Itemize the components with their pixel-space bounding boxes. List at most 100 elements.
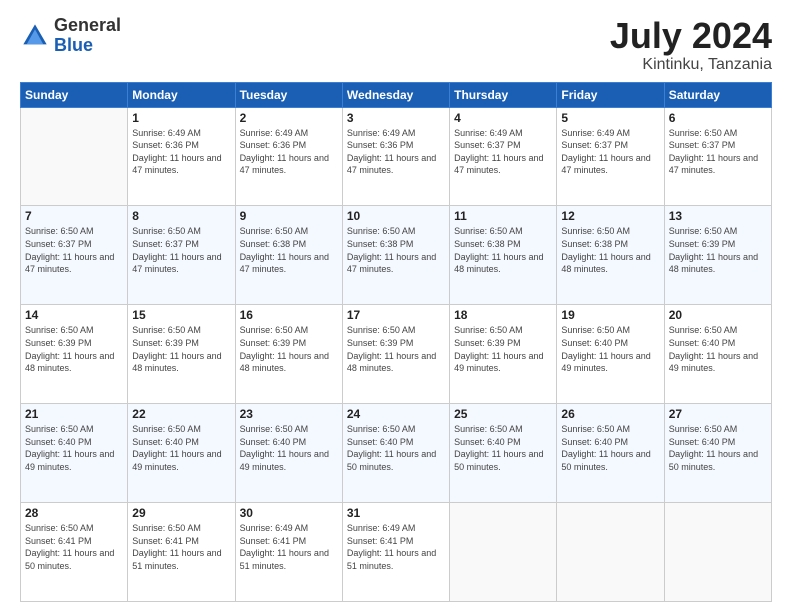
table-row: 2Sunrise: 6:49 AM Sunset: 6:36 PM Daylig… <box>235 107 342 206</box>
calendar-week-row: 14 Sunrise: 6:50 AM Sunset: 6:39 PM Dayli… <box>21 305 772 404</box>
main-title: July 2024 <box>610 16 772 56</box>
calendar-week-row: 28 Sunrise: 6:50 AM Sunset: 6:41 PM Dayli… <box>21 503 772 602</box>
page: General Blue July 2024 Kintinku, Tanzani… <box>0 0 792 612</box>
day-number: 14 <box>25 308 123 322</box>
subtitle: Kintinku, Tanzania <box>610 56 772 74</box>
day-number: 25 <box>454 407 552 421</box>
table-row: 31 Sunrise: 6:49 AM Sunset: 6:41 PM Dayli… <box>342 503 449 602</box>
table-row: 3 Sunrise: 6:49 AM Sunset: 6:36 PM Daylig… <box>342 107 449 206</box>
calendar-week-row: 21 Sunrise: 6:50 AM Sunset: 6:40 PM Dayli… <box>21 404 772 503</box>
day-number: 20 <box>669 308 767 322</box>
table-row: 16Sunrise: 6:50 AM Sunset: 6:39 PM Dayli… <box>235 305 342 404</box>
logo: General Blue <box>20 16 121 56</box>
col-friday: Friday <box>557 82 664 107</box>
day-info: Sunrise: 6:50 AM Sunset: 6:39 PM Dayligh… <box>25 324 123 374</box>
table-row: 4 Sunrise: 6:49 AM Sunset: 6:37 PM Daylig… <box>450 107 557 206</box>
header: General Blue July 2024 Kintinku, Tanzani… <box>20 16 772 74</box>
table-row: 19 Sunrise: 6:50 AM Sunset: 6:40 PM Dayli… <box>557 305 664 404</box>
table-row: 5 Sunrise: 6:49 AM Sunset: 6:37 PM Daylig… <box>557 107 664 206</box>
day-info: Sunrise: 6:49 AM Sunset: 6:41 PM Dayligh… <box>240 522 338 572</box>
day-number: 15 <box>132 308 230 322</box>
day-number: 27 <box>669 407 767 421</box>
day-number: 3 <box>347 111 445 125</box>
day-number: 29 <box>132 506 230 520</box>
table-row: 21 Sunrise: 6:50 AM Sunset: 6:40 PM Dayli… <box>21 404 128 503</box>
calendar-header-row: Sunday Monday Tuesday Wednesday Thursday… <box>21 82 772 107</box>
logo-general: General <box>54 15 121 35</box>
day-info: Sunrise: 6:50 AM Sunset: 6:40 PM Dayligh… <box>669 423 767 473</box>
table-row: 1 Sunrise: 6:49 AM Sunset: 6:36 PM Daylig… <box>128 107 235 206</box>
table-row <box>557 503 664 602</box>
col-wednesday: Wednesday <box>342 82 449 107</box>
day-number: 4 <box>454 111 552 125</box>
table-row: 13Sunrise: 6:50 AM Sunset: 6:39 PM Dayli… <box>664 206 771 305</box>
col-saturday: Saturday <box>664 82 771 107</box>
day-number: 11 <box>454 209 552 223</box>
day-info: Sunrise: 6:49 AM Sunset: 6:36 PM Dayligh… <box>132 127 230 177</box>
day-number: 2 <box>240 111 338 125</box>
table-row: 22Sunrise: 6:50 AM Sunset: 6:40 PM Dayli… <box>128 404 235 503</box>
day-number: 19 <box>561 308 659 322</box>
day-info: Sunrise: 6:49 AM Sunset: 6:41 PM Dayligh… <box>347 522 445 572</box>
calendar-table: Sunday Monday Tuesday Wednesday Thursday… <box>20 82 772 602</box>
day-number: 5 <box>561 111 659 125</box>
day-info: Sunrise: 6:50 AM Sunset: 6:40 PM Dayligh… <box>347 423 445 473</box>
day-number: 31 <box>347 506 445 520</box>
table-row: 15 Sunrise: 6:50 AM Sunset: 6:39 PM Dayli… <box>128 305 235 404</box>
day-info: Sunrise: 6:50 AM Sunset: 6:39 PM Dayligh… <box>454 324 552 374</box>
day-info: Sunrise: 6:50 AM Sunset: 6:37 PM Dayligh… <box>669 127 767 177</box>
table-row: 11 Sunrise: 6:50 AM Sunset: 6:38 PM Dayli… <box>450 206 557 305</box>
table-row: 29 Sunrise: 6:50 AM Sunset: 6:41 PM Dayli… <box>128 503 235 602</box>
day-info: Sunrise: 6:50 AM Sunset: 6:37 PM Dayligh… <box>132 225 230 275</box>
day-info: Sunrise: 6:50 AM Sunset: 6:41 PM Dayligh… <box>25 522 123 572</box>
day-info: Sunrise: 6:50 AM Sunset: 6:37 PM Dayligh… <box>25 225 123 275</box>
table-row: 28 Sunrise: 6:50 AM Sunset: 6:41 PM Dayli… <box>21 503 128 602</box>
table-row: 30 Sunrise: 6:49 AM Sunset: 6:41 PM Dayli… <box>235 503 342 602</box>
table-row: 7Sunrise: 6:50 AM Sunset: 6:37 PM Daylig… <box>21 206 128 305</box>
logo-icon <box>20 21 50 51</box>
day-info: Sunrise: 6:50 AM Sunset: 6:38 PM Dayligh… <box>240 225 338 275</box>
logo-blue: Blue <box>54 35 93 55</box>
day-info: Sunrise: 6:50 AM Sunset: 6:38 PM Dayligh… <box>454 225 552 275</box>
day-number: 28 <box>25 506 123 520</box>
day-number: 24 <box>347 407 445 421</box>
day-number: 17 <box>347 308 445 322</box>
day-number: 9 <box>240 209 338 223</box>
table-row: 9 Sunrise: 6:50 AM Sunset: 6:38 PM Daylig… <box>235 206 342 305</box>
day-number: 30 <box>240 506 338 520</box>
day-info: Sunrise: 6:50 AM Sunset: 6:40 PM Dayligh… <box>561 423 659 473</box>
day-info: Sunrise: 6:50 AM Sunset: 6:40 PM Dayligh… <box>561 324 659 374</box>
day-number: 18 <box>454 308 552 322</box>
day-info: Sunrise: 6:50 AM Sunset: 6:39 PM Dayligh… <box>132 324 230 374</box>
day-info: Sunrise: 6:49 AM Sunset: 6:37 PM Dayligh… <box>561 127 659 177</box>
table-row: 18 Sunrise: 6:50 AM Sunset: 6:39 PM Dayli… <box>450 305 557 404</box>
day-info: Sunrise: 6:49 AM Sunset: 6:37 PM Dayligh… <box>454 127 552 177</box>
col-sunday: Sunday <box>21 82 128 107</box>
day-number: 23 <box>240 407 338 421</box>
day-number: 16 <box>240 308 338 322</box>
table-row <box>21 107 128 206</box>
table-row: 26 Sunrise: 6:50 AM Sunset: 6:40 PM Dayli… <box>557 404 664 503</box>
col-thursday: Thursday <box>450 82 557 107</box>
day-info: Sunrise: 6:50 AM Sunset: 6:40 PM Dayligh… <box>240 423 338 473</box>
calendar-week-row: 7Sunrise: 6:50 AM Sunset: 6:37 PM Daylig… <box>21 206 772 305</box>
day-number: 8 <box>132 209 230 223</box>
day-number: 22 <box>132 407 230 421</box>
table-row: 8 Sunrise: 6:50 AM Sunset: 6:37 PM Daylig… <box>128 206 235 305</box>
day-number: 1 <box>132 111 230 125</box>
day-info: Sunrise: 6:49 AM Sunset: 6:36 PM Dayligh… <box>347 127 445 177</box>
day-info: Sunrise: 6:50 AM Sunset: 6:40 PM Dayligh… <box>25 423 123 473</box>
table-row: 20 Sunrise: 6:50 AM Sunset: 6:40 PM Dayli… <box>664 305 771 404</box>
logo-text: General Blue <box>54 16 121 56</box>
day-info: Sunrise: 6:50 AM Sunset: 6:41 PM Dayligh… <box>132 522 230 572</box>
title-block: July 2024 Kintinku, Tanzania <box>610 16 772 74</box>
day-number: 21 <box>25 407 123 421</box>
day-number: 6 <box>669 111 767 125</box>
day-number: 26 <box>561 407 659 421</box>
calendar-week-row: 1 Sunrise: 6:49 AM Sunset: 6:36 PM Daylig… <box>21 107 772 206</box>
table-row: 25Sunrise: 6:50 AM Sunset: 6:40 PM Dayli… <box>450 404 557 503</box>
table-row: 27 Sunrise: 6:50 AM Sunset: 6:40 PM Dayli… <box>664 404 771 503</box>
table-row: 10Sunrise: 6:50 AM Sunset: 6:38 PM Dayli… <box>342 206 449 305</box>
day-info: Sunrise: 6:50 AM Sunset: 6:39 PM Dayligh… <box>669 225 767 275</box>
day-info: Sunrise: 6:50 AM Sunset: 6:40 PM Dayligh… <box>669 324 767 374</box>
